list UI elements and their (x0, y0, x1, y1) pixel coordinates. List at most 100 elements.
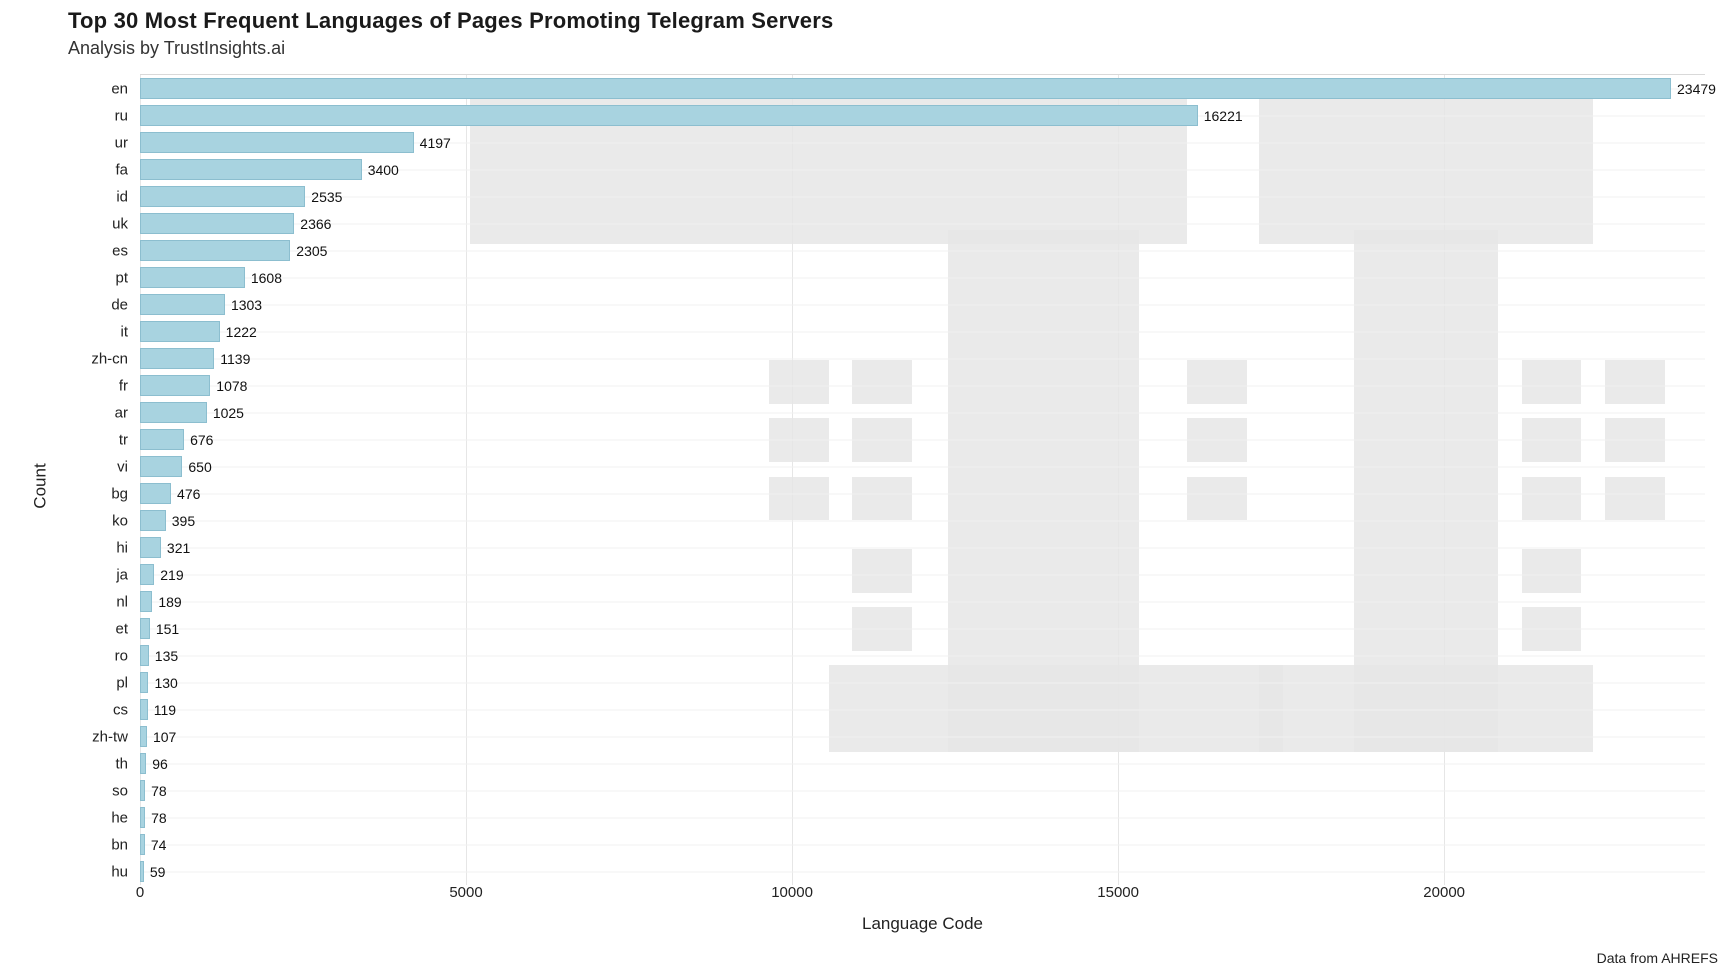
category-label: de (111, 296, 128, 313)
bar-row: en23479 (140, 75, 1705, 102)
x-tick-label: 15000 (1097, 884, 1139, 901)
x-tick-label: 5000 (449, 884, 482, 901)
gridline-horizontal (140, 385, 1705, 386)
gridline-horizontal (140, 439, 1705, 440)
bar (140, 564, 154, 585)
category-label: he (111, 809, 128, 826)
x-axis: Language Code 05000100001500020000 (140, 884, 1705, 944)
bar (140, 780, 145, 801)
gridline-horizontal (140, 682, 1705, 683)
gridline-horizontal (140, 601, 1705, 602)
gridline-horizontal (140, 358, 1705, 359)
chart-caption: Data from AHREFS (1597, 950, 1718, 966)
value-label: 189 (158, 594, 181, 610)
bar-row: ur4197 (140, 129, 1705, 156)
gridline-horizontal (140, 871, 1705, 872)
x-axis-label: Language Code (140, 914, 1705, 934)
gridline-horizontal (140, 655, 1705, 656)
value-label: 96 (152, 756, 168, 772)
category-label: es (112, 242, 128, 259)
category-label: pt (115, 269, 128, 286)
title-block: Top 30 Most Frequent Languages of Pages … (68, 8, 833, 59)
gridline-horizontal (140, 196, 1705, 197)
category-label: fr (119, 377, 128, 394)
bar (140, 834, 145, 855)
x-tick-label: 10000 (771, 884, 813, 901)
value-label: 219 (160, 567, 183, 583)
category-label: ro (115, 647, 128, 664)
gridline-horizontal (140, 250, 1705, 251)
bar-row: hu59 (140, 858, 1705, 885)
bar (140, 753, 146, 774)
value-label: 119 (154, 702, 176, 718)
chart-title: Top 30 Most Frequent Languages of Pages … (68, 8, 833, 34)
bar-row: bn74 (140, 831, 1705, 858)
value-label: 1608 (251, 270, 282, 286)
bar-row: id2535 (140, 183, 1705, 210)
bar-row: bg476 (140, 480, 1705, 507)
bar (140, 699, 148, 720)
bar (140, 807, 145, 828)
value-label: 676 (190, 432, 213, 448)
plot-panel: en23479ru16221ur4197fa3400id2535uk2366es… (140, 74, 1705, 885)
category-label: so (112, 782, 128, 799)
chart-subtitle: Analysis by TrustInsights.ai (68, 38, 833, 59)
x-tick-label: 0 (136, 884, 144, 901)
bar-row: ja219 (140, 561, 1705, 588)
gridline-horizontal (140, 844, 1705, 845)
value-label: 59 (150, 864, 166, 880)
bar (140, 456, 182, 477)
x-tick-label: 20000 (1423, 884, 1465, 901)
value-label: 321 (167, 540, 190, 556)
chart-container: Top 30 Most Frequent Languages of Pages … (0, 0, 1728, 972)
value-label: 130 (154, 675, 177, 691)
value-label: 1222 (226, 324, 257, 340)
value-label: 4197 (420, 135, 451, 151)
category-label: zh-tw (92, 728, 128, 745)
category-label: bg (111, 485, 128, 502)
gridline-horizontal (140, 493, 1705, 494)
value-label: 151 (156, 621, 179, 637)
gridline-horizontal (140, 817, 1705, 818)
bar-row: he78 (140, 804, 1705, 831)
gridline-horizontal (140, 574, 1705, 575)
gridline-horizontal (140, 547, 1705, 548)
y-axis-label: Count (31, 463, 51, 508)
category-label: zh-cn (91, 350, 128, 367)
category-label: hi (116, 539, 128, 556)
bar (140, 672, 148, 693)
bar (140, 726, 147, 747)
bar (140, 483, 171, 504)
bar-row: vi650 (140, 453, 1705, 480)
bar (140, 159, 362, 180)
bar (140, 618, 150, 639)
gridline-horizontal (140, 223, 1705, 224)
gridline-horizontal (140, 412, 1705, 413)
value-label: 78 (151, 810, 167, 826)
bar (140, 375, 210, 396)
bar (140, 267, 245, 288)
bar-row: zh-tw107 (140, 723, 1705, 750)
gridline-horizontal (140, 331, 1705, 332)
bar (140, 321, 220, 342)
value-label: 1139 (220, 351, 250, 367)
value-label: 476 (177, 486, 200, 502)
bar (140, 213, 294, 234)
value-label: 395 (172, 513, 195, 529)
value-label: 135 (155, 648, 178, 664)
category-label: en (111, 80, 128, 97)
bar (140, 78, 1671, 99)
bar-row: hi321 (140, 534, 1705, 561)
bar-row: ro135 (140, 642, 1705, 669)
category-label: fa (115, 161, 128, 178)
bar-row: es2305 (140, 237, 1705, 264)
value-label: 1078 (216, 378, 247, 394)
bar (140, 402, 207, 423)
bar (140, 861, 144, 882)
bar-row: uk2366 (140, 210, 1705, 237)
bar (140, 645, 149, 666)
value-label: 650 (188, 459, 211, 475)
bar-row: zh-cn1139 (140, 345, 1705, 372)
bar-row: de1303 (140, 291, 1705, 318)
value-label: 78 (151, 783, 167, 799)
